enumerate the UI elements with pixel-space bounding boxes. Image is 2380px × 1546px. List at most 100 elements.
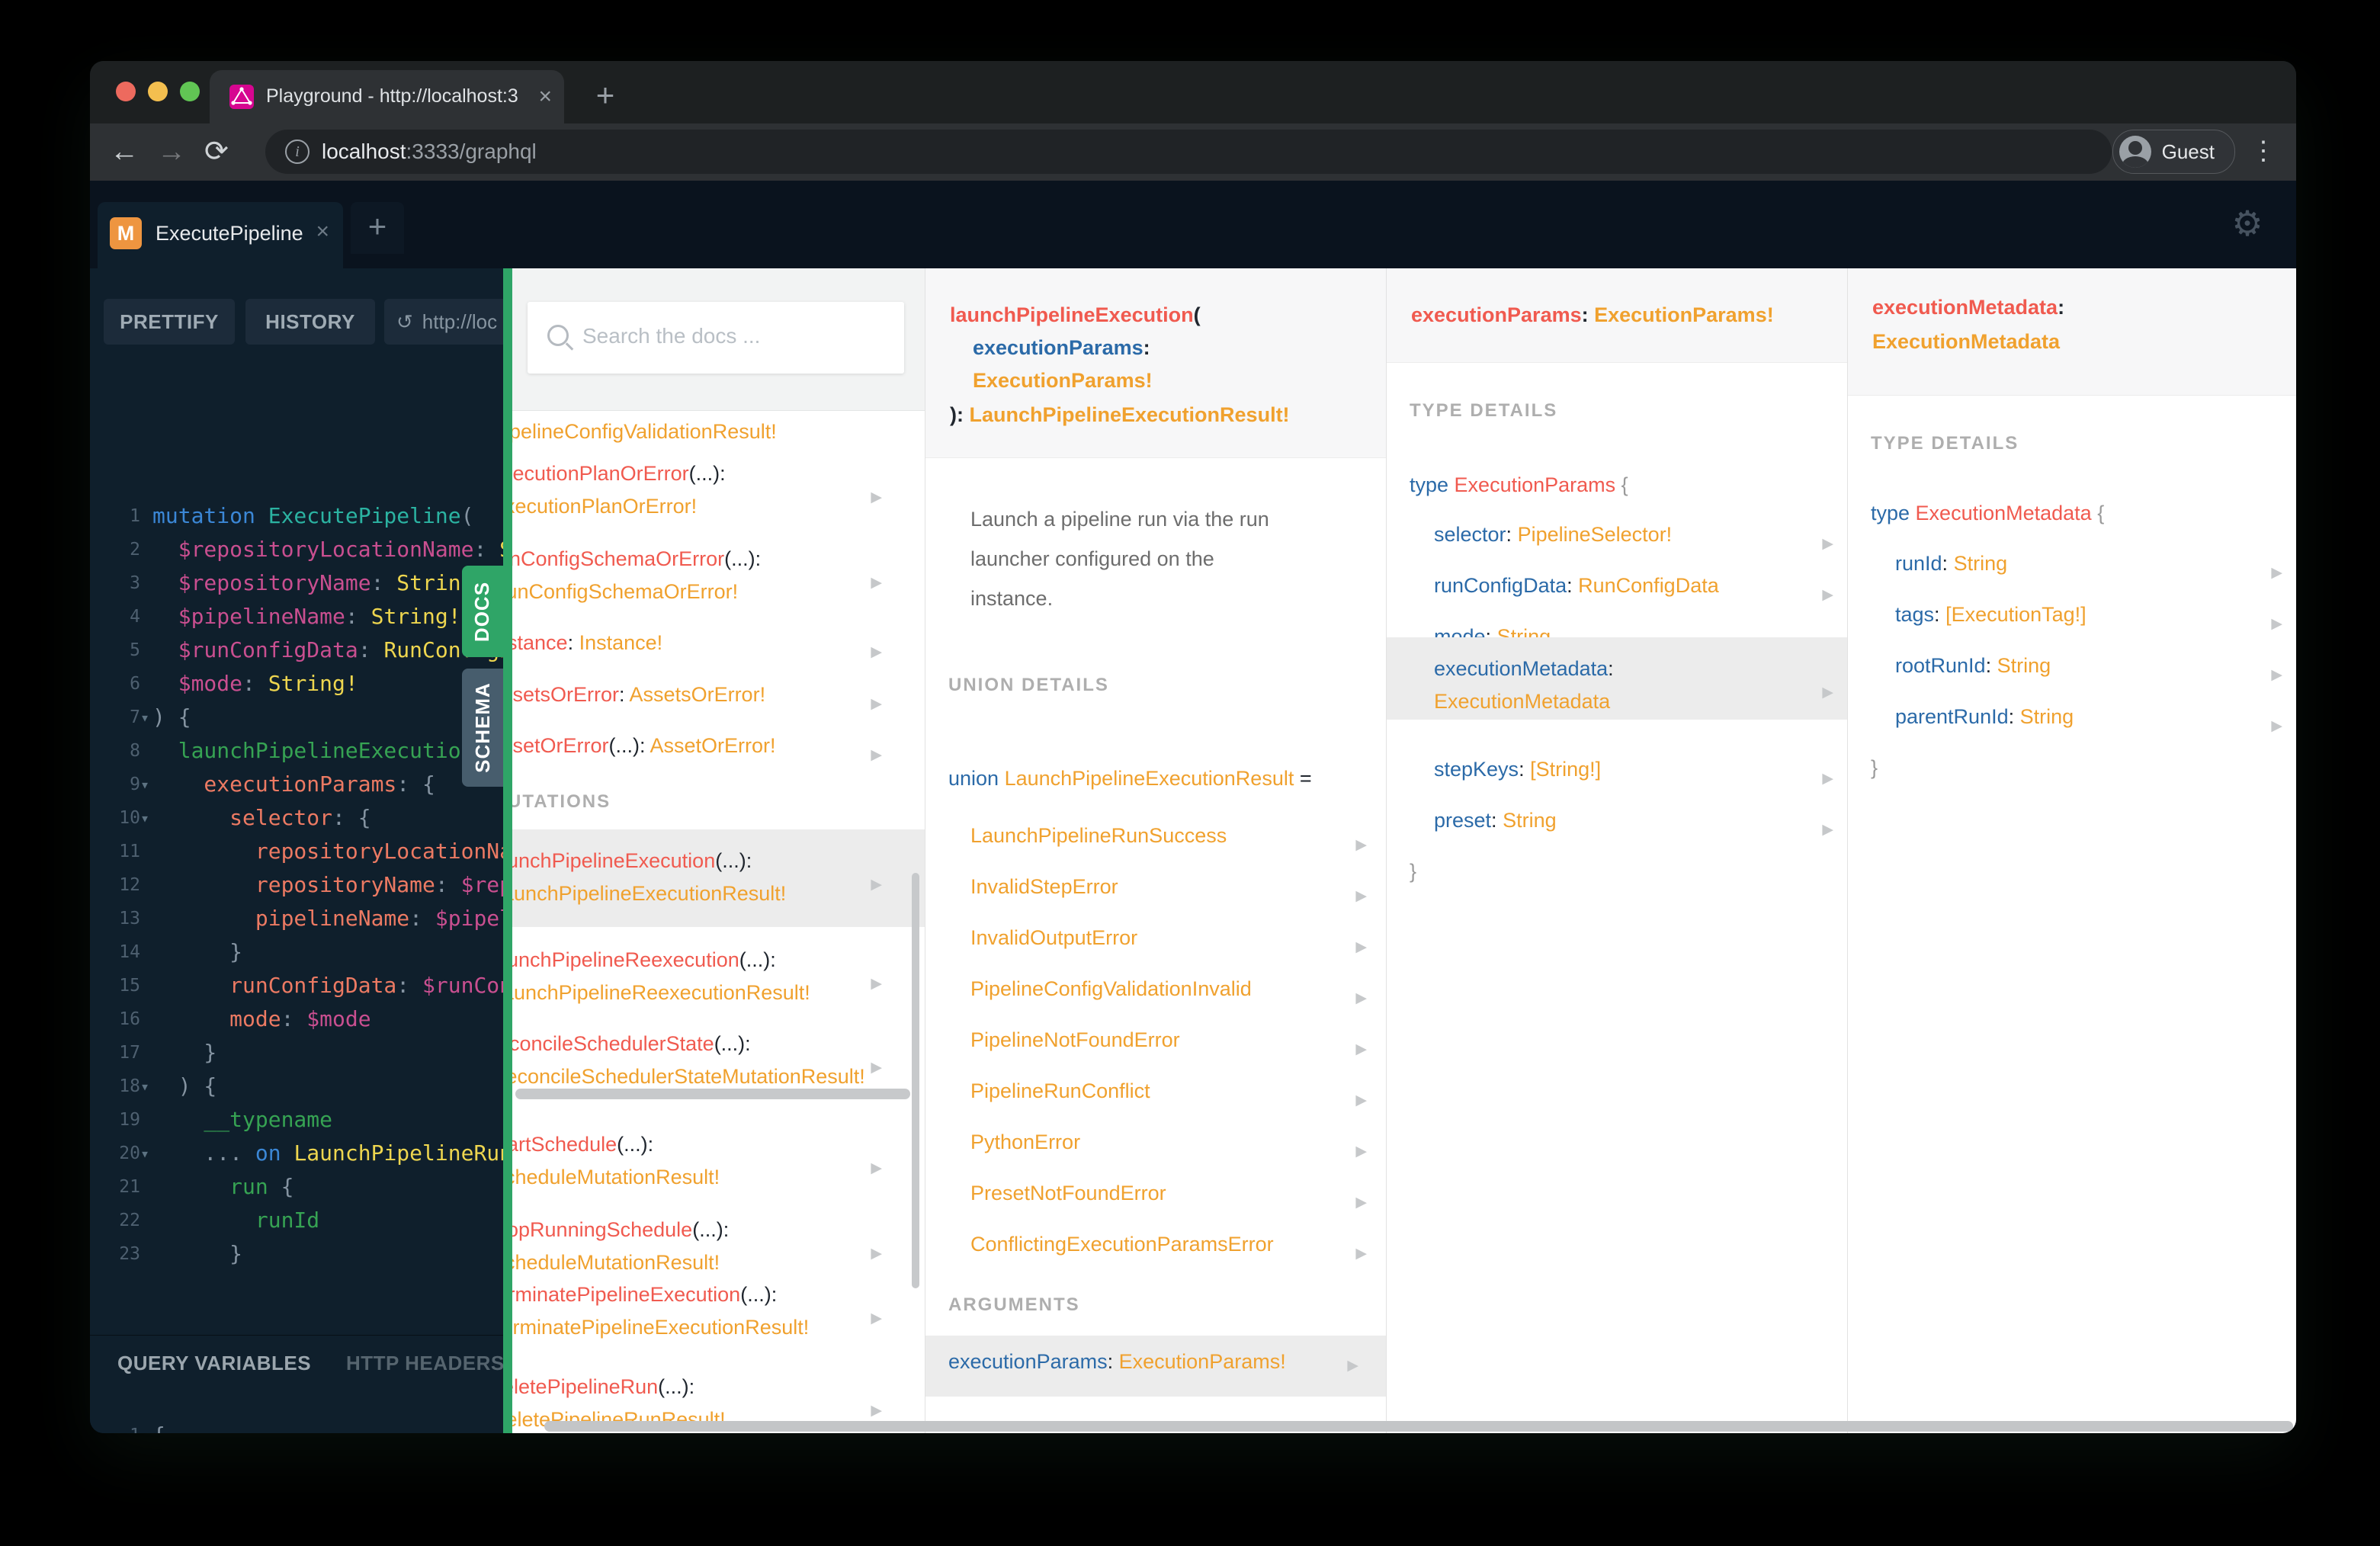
traffic-minimize-button[interactable]	[148, 82, 168, 101]
profile-button[interactable]: Guest	[2112, 130, 2235, 174]
http-headers-tab[interactable]: HTTP HEADERS	[346, 1352, 503, 1375]
field-stepKeys[interactable]: stepKeys: [String!] ▶	[1434, 753, 1833, 787]
union-member-ConflictingExecutionParamsError[interactable]: ConflictingExecutionParamsError ▶	[970, 1228, 1367, 1262]
field-parentRunId[interactable]: parentRunId: String ▶	[1895, 701, 2282, 734]
tab-close-icon[interactable]: ×	[538, 83, 552, 111]
query-line: 14 }	[90, 935, 503, 969]
chevron-right-icon: ▶	[1822, 536, 1833, 552]
traffic-zoom-button[interactable]	[180, 82, 200, 101]
field-rootRunId[interactable]: rootRunId: String ▶	[1895, 650, 2282, 683]
docs-item-reconcileSchedulerState[interactable]: reconcileSchedulerState(...): ReconcileSc…	[512, 1028, 925, 1093]
docs-vertical-scrollbar[interactable]	[912, 873, 919, 1288]
code-text: runId	[152, 1208, 320, 1233]
code-text: repositoryLocationName: $repositoryLocat…	[152, 839, 503, 864]
query-line: 21 run {	[90, 1170, 503, 1204]
profile-label: Guest	[2161, 140, 2215, 163]
history-button[interactable]: HISTORY	[245, 299, 375, 345]
type-declaration: type ExecutionParams {	[1410, 473, 1628, 496]
query-line: 22 runId	[90, 1204, 503, 1237]
code-text: executionParams: {	[152, 771, 435, 797]
docs-item-stopRunningSchedule[interactable]: stopRunningSchedule(...):ScheduleMutatio…	[512, 1214, 925, 1279]
union-member-InvalidStepError[interactable]: InvalidStepError ▶	[970, 871, 1367, 904]
reload-icon[interactable]: ⟳	[204, 133, 229, 171]
endpoint-input[interactable]: ↺ http://loc	[384, 299, 505, 345]
line-number: 18	[119, 1076, 140, 1096]
union-member-PipelineRunConflict[interactable]: PipelineRunConflict ▶	[970, 1075, 1367, 1108]
schema-side-tab[interactable]: SCHEMA	[462, 669, 503, 787]
docs-item-launchPipelineExecution[interactable]: launchPipelineExecution(...): LaunchPipel…	[512, 845, 925, 910]
union-member-LaunchPipelineRunSuccess[interactable]: LaunchPipelineRunSuccess ▶	[970, 820, 1367, 853]
field-preset[interactable]: preset: String ▶	[1434, 804, 1833, 838]
docs-col1-horizontal-scrollbar[interactable]	[515, 1089, 910, 1099]
docs-item-launchPipelineReexecution[interactable]: launchPipelineReexecution(...): LaunchPip…	[512, 944, 925, 1009]
browser-menu-icon[interactable]: ⋮	[2250, 136, 2276, 166]
union-member-PythonError[interactable]: PythonError ▶	[970, 1126, 1367, 1160]
docs-column-executionmetadata: executionMetadata: ExecutionMetadata TYP…	[1847, 268, 2296, 1433]
chevron-right-icon: ▶	[1355, 1143, 1367, 1160]
field-executionMetadata[interactable]: executionMetadata: ExecutionMetadata ▶	[1434, 653, 1833, 718]
arguments-header: ARGUMENTS	[948, 1294, 1080, 1315]
query-line: 19 __typename	[90, 1103, 503, 1137]
docs-item-instance[interactable]: instance: Instance!▶	[512, 627, 925, 659]
type-banner: executionParams: ExecutionParams!	[1387, 268, 1847, 363]
chevron-right-icon: ▶	[871, 696, 882, 711]
line-number: 22	[119, 1211, 140, 1230]
docs-item-executionPlanOrError[interactable]: executionPlanOrError(...):ExecutionPlanO…	[512, 457, 925, 523]
forward-icon[interactable]: →	[157, 133, 186, 171]
docs-side-tab[interactable]: DOCS	[462, 566, 503, 657]
union-member-PresetNotFoundError[interactable]: PresetNotFoundError ▶	[970, 1177, 1367, 1211]
field-runId[interactable]: runId: String ▶	[1895, 547, 2282, 581]
docs-item-assetOrError[interactable]: assetOrError(...): AssetOrError!▶	[512, 730, 925, 762]
new-tab-button[interactable]: +	[584, 75, 627, 117]
address-bar[interactable]: i localhost:3333/graphql	[265, 130, 2112, 174]
line-number: 1	[90, 1419, 140, 1433]
code-text: run {	[152, 1174, 294, 1199]
back-icon[interactable]: ←	[110, 133, 139, 171]
line-number: 23	[119, 1244, 140, 1264]
browser-tab[interactable]: Playground - http://localhost:3 ×	[210, 70, 564, 123]
endpoint-text: http://loc	[422, 310, 498, 333]
playground-tab-close-icon[interactable]: ×	[316, 219, 329, 245]
traffic-close-button[interactable]	[116, 82, 136, 101]
selected-argument-row[interactable]: executionParams: ExecutionParams! ▶	[925, 1336, 1386, 1397]
playground-tab-title: ExecutePipeline	[156, 222, 303, 245]
sig-result-type: LaunchPipelineExecutionResult!	[969, 403, 1290, 426]
query-variables-tab[interactable]: QUERY VARIABLES	[117, 1352, 311, 1375]
docs-column-executionparams: executionParams: ExecutionParams! TYPE D…	[1386, 268, 1847, 1433]
docs-item-assetsOrError[interactable]: assetsOrError: AssetsOrError!▶	[512, 678, 925, 711]
field-signature-banner: launchPipelineExecution( executionParams…	[925, 268, 1386, 458]
site-info-icon[interactable]: i	[285, 140, 310, 164]
chevron-right-icon: ▶	[871, 1060, 882, 1076]
type-close-brace: }	[1410, 860, 1417, 883]
code-text: ) {	[152, 1073, 217, 1099]
query-editor[interactable]: 1 mutation ExecutePipeline(2 $repositoryL…	[90, 380, 503, 1433]
docs-item-runConfigSchemaOrError[interactable]: runConfigSchemaOrError(...): RunConfigSch…	[512, 543, 925, 608]
union-member-PipelineNotFoundError[interactable]: PipelineNotFoundError ▶	[970, 1024, 1367, 1057]
line-number: 3	[130, 573, 140, 593]
settings-gear-icon[interactable]: ⚙	[2229, 205, 2266, 242]
chevron-right-icon: ▶	[1355, 1092, 1367, 1108]
type-close-brace-2: }	[1871, 756, 1878, 779]
field-tags[interactable]: tags: [ExecutionTag!] ▶	[1895, 598, 2282, 632]
docs-horizontal-scrollbar[interactable]	[544, 1421, 2293, 1432]
chevron-right-icon: ▶	[871, 1246, 882, 1262]
docs-item-terminatePipelineExecution[interactable]: terminatePipelineExecution(...): Terminat…	[512, 1278, 925, 1344]
field-runConfigData[interactable]: runConfigData: RunConfigData ▶	[1434, 569, 1833, 603]
union-member-InvalidOutputError[interactable]: InvalidOutputError ▶	[970, 922, 1367, 955]
code-text: $repositoryLocationName: String!	[152, 537, 503, 562]
query-line: 9 ▾ executionParams: {	[90, 768, 503, 801]
playground-tab-executepipeline[interactable]: M ExecutePipeline ×	[98, 202, 343, 268]
docs-item-partial[interactable]: PipelineConfigValidationResult!	[512, 415, 925, 448]
docs-item-startSchedule[interactable]: startSchedule(...):ScheduleMutationResul…	[512, 1128, 925, 1194]
union-member-PipelineConfigValidationInvalid[interactable]: PipelineConfigValidationInvalid ▶	[970, 973, 1367, 1006]
type-banner-2: executionMetadata: ExecutionMetadata	[1848, 268, 2296, 396]
endpoint-reload-icon[interactable]: ↺	[396, 310, 413, 333]
code-text: pipelineName: $pipelineName	[152, 906, 503, 931]
playground-new-tab-button[interactable]: +	[351, 202, 404, 254]
line-number: 2	[130, 540, 140, 560]
prettify-button[interactable]: PRETTIFY	[104, 299, 235, 345]
line-number: 13	[119, 909, 140, 929]
playground-tabbar: M ExecutePipeline × + ⚙	[90, 181, 2296, 268]
field-selector[interactable]: selector: PipelineSelector! ▶	[1434, 518, 1833, 552]
query-line: 15 runConfigData: $runConfigData	[90, 969, 503, 1002]
